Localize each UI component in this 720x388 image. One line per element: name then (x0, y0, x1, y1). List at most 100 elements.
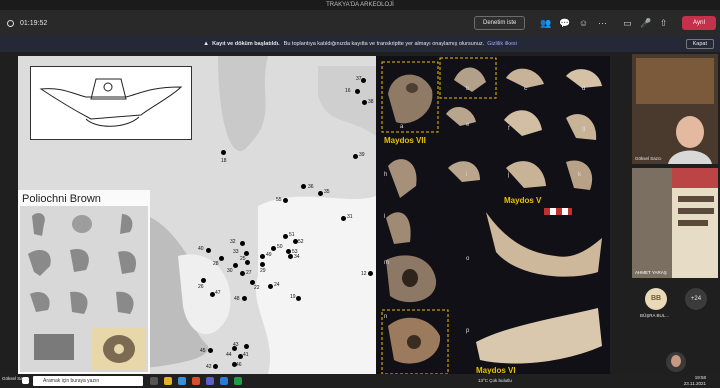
teams-icon[interactable] (206, 377, 214, 385)
map-site-number: 19 (290, 294, 296, 300)
map-site-marker (240, 271, 245, 276)
map-site-marker (362, 100, 367, 105)
microphone-icon[interactable]: 🎤 (640, 18, 651, 29)
map-site-marker (318, 191, 323, 196)
artifact-sketches (28, 213, 146, 370)
map-site-marker (201, 278, 206, 283)
map-site-number: 52 (298, 239, 304, 245)
map-site-number: 48 (234, 296, 240, 302)
taskbar-search-input[interactable]: Aramak için buraya yazın (33, 376, 143, 386)
photo-letter: j (508, 172, 510, 178)
participant-avatar[interactable]: BB (645, 288, 667, 310)
share-screen-icon[interactable]: ⇧ (658, 18, 669, 29)
map-site-number: 46 (236, 362, 242, 368)
map-site-number: 12 (361, 271, 367, 277)
map-site-number: 33 (233, 249, 239, 255)
office-icon[interactable] (192, 377, 200, 385)
people-icon[interactable]: 👥 (540, 18, 551, 29)
map-site-number: 45 (200, 348, 206, 354)
second-video (632, 168, 718, 278)
map-site-marker (260, 254, 265, 259)
window-titlebar: TRAKYA'DA ARKEOLOJİ (0, 0, 720, 10)
close-banner-button[interactable]: Kapat (685, 39, 714, 49)
speaker-video-tile[interactable]: Göksel Sazcı (632, 54, 718, 164)
poliochni-artifact-photos (20, 206, 148, 372)
maydos-vi-label: Maydos VI (476, 366, 516, 374)
photo-letter: i (466, 172, 468, 178)
photo-letter: o (466, 256, 470, 262)
more-options-icon[interactable]: ⋯ (597, 18, 608, 29)
vessel-sketch (39, 78, 183, 127)
map-site-number: 41 (243, 352, 249, 358)
more-participants-button[interactable]: +24 (685, 288, 707, 310)
map-site-number: 37 (356, 76, 362, 82)
window-title: TRAKYA'DA ARKEOLOJİ (326, 2, 394, 8)
map-site-number: 36 (308, 184, 314, 190)
browser-icon[interactable] (178, 377, 186, 385)
leave-button[interactable]: Ayrıl (682, 16, 716, 30)
map-site-marker (301, 184, 306, 189)
map-site-number: 47 (215, 290, 221, 296)
camera-icon[interactable]: ▭ (622, 18, 633, 29)
artifact-photo-panel: Maydos VII Maydos V Maydos VI a b c d e … (376, 56, 610, 374)
excel-icon[interactable] (234, 377, 242, 385)
leave-label: Ayrıl (693, 20, 705, 26)
map-site-number: 42 (206, 364, 212, 370)
map-site-marker (296, 296, 301, 301)
photo-letter: c (524, 86, 527, 92)
map-site-number: 18 (221, 158, 227, 164)
weather-widget[interactable]: 13°C Çok bulutlu (478, 378, 512, 383)
map-site-marker (268, 284, 273, 289)
map-site-number: 44 (226, 352, 232, 358)
map-site-number: 51 (289, 232, 295, 238)
photo-letter: e (466, 122, 470, 128)
map-site-marker (283, 198, 288, 203)
participant-avatar-name: BÜŞRA BUL... (640, 313, 670, 318)
meeting-timer: 01:19:52 (20, 19, 48, 27)
map-site-number: 28 (213, 261, 219, 267)
map-site-marker (221, 150, 226, 155)
map-site-marker (233, 263, 238, 268)
map-site-marker (208, 348, 213, 353)
map-site-number: 24 (274, 282, 280, 288)
poliochni-panel: Poliochni Brown (18, 190, 150, 374)
reactions-icon[interactable]: ☺ (578, 18, 589, 29)
photo-letter: f (508, 126, 510, 132)
photo-letter: g (582, 126, 586, 132)
second-video-tile[interactable]: AHMET YARAŞ (632, 168, 718, 278)
banner-message: Bu toplantıya katıldığınızda kayıtta ve … (283, 41, 485, 47)
photo-letter: l (384, 214, 386, 220)
photo-letter: d (582, 86, 586, 92)
photo-letter: p (466, 328, 470, 334)
clock-date: 23.11.2021 (683, 381, 706, 386)
maydos-v-label: Maydos V (504, 196, 542, 205)
map-site-number: 16 (345, 88, 351, 94)
self-name-label: Göksel Sazcı (2, 376, 29, 381)
photo-letter: k (578, 172, 581, 178)
file-explorer-icon[interactable] (164, 377, 172, 385)
request-control-button[interactable]: Denetim iste (474, 16, 526, 30)
system-clock[interactable]: 19:58 23.11.2021 (684, 375, 706, 387)
map-site-marker (355, 89, 360, 94)
task-view-icon[interactable] (150, 377, 158, 385)
map-site-number: 25 (240, 256, 246, 262)
second-participant-name: AHMET YARAŞ (635, 270, 667, 275)
map-site-marker (288, 254, 293, 259)
map-site-marker (341, 216, 346, 221)
map-site-number: 55 (276, 197, 282, 203)
maydos-vii-label: Maydos VII (384, 136, 426, 145)
chat-icon[interactable]: 💬 (559, 18, 570, 29)
vessel-drawing (30, 66, 192, 140)
map-site-number: 39 (359, 152, 365, 158)
map-site-marker (368, 271, 373, 276)
photo-letter: b (466, 86, 470, 92)
map-site-marker (219, 256, 224, 261)
privacy-link[interactable]: Gizlilik ilkesi (487, 41, 517, 47)
shared-screen: 37 16 38 18 39 36 35 31 32 33 40 25 28 2… (18, 56, 610, 374)
map-site-number: 29 (260, 268, 266, 274)
speaker-video (632, 54, 718, 164)
map-site-number: 32 (230, 239, 236, 245)
self-video-face (671, 355, 681, 367)
map-site-number: 31 (347, 214, 353, 220)
word-icon[interactable] (220, 377, 228, 385)
